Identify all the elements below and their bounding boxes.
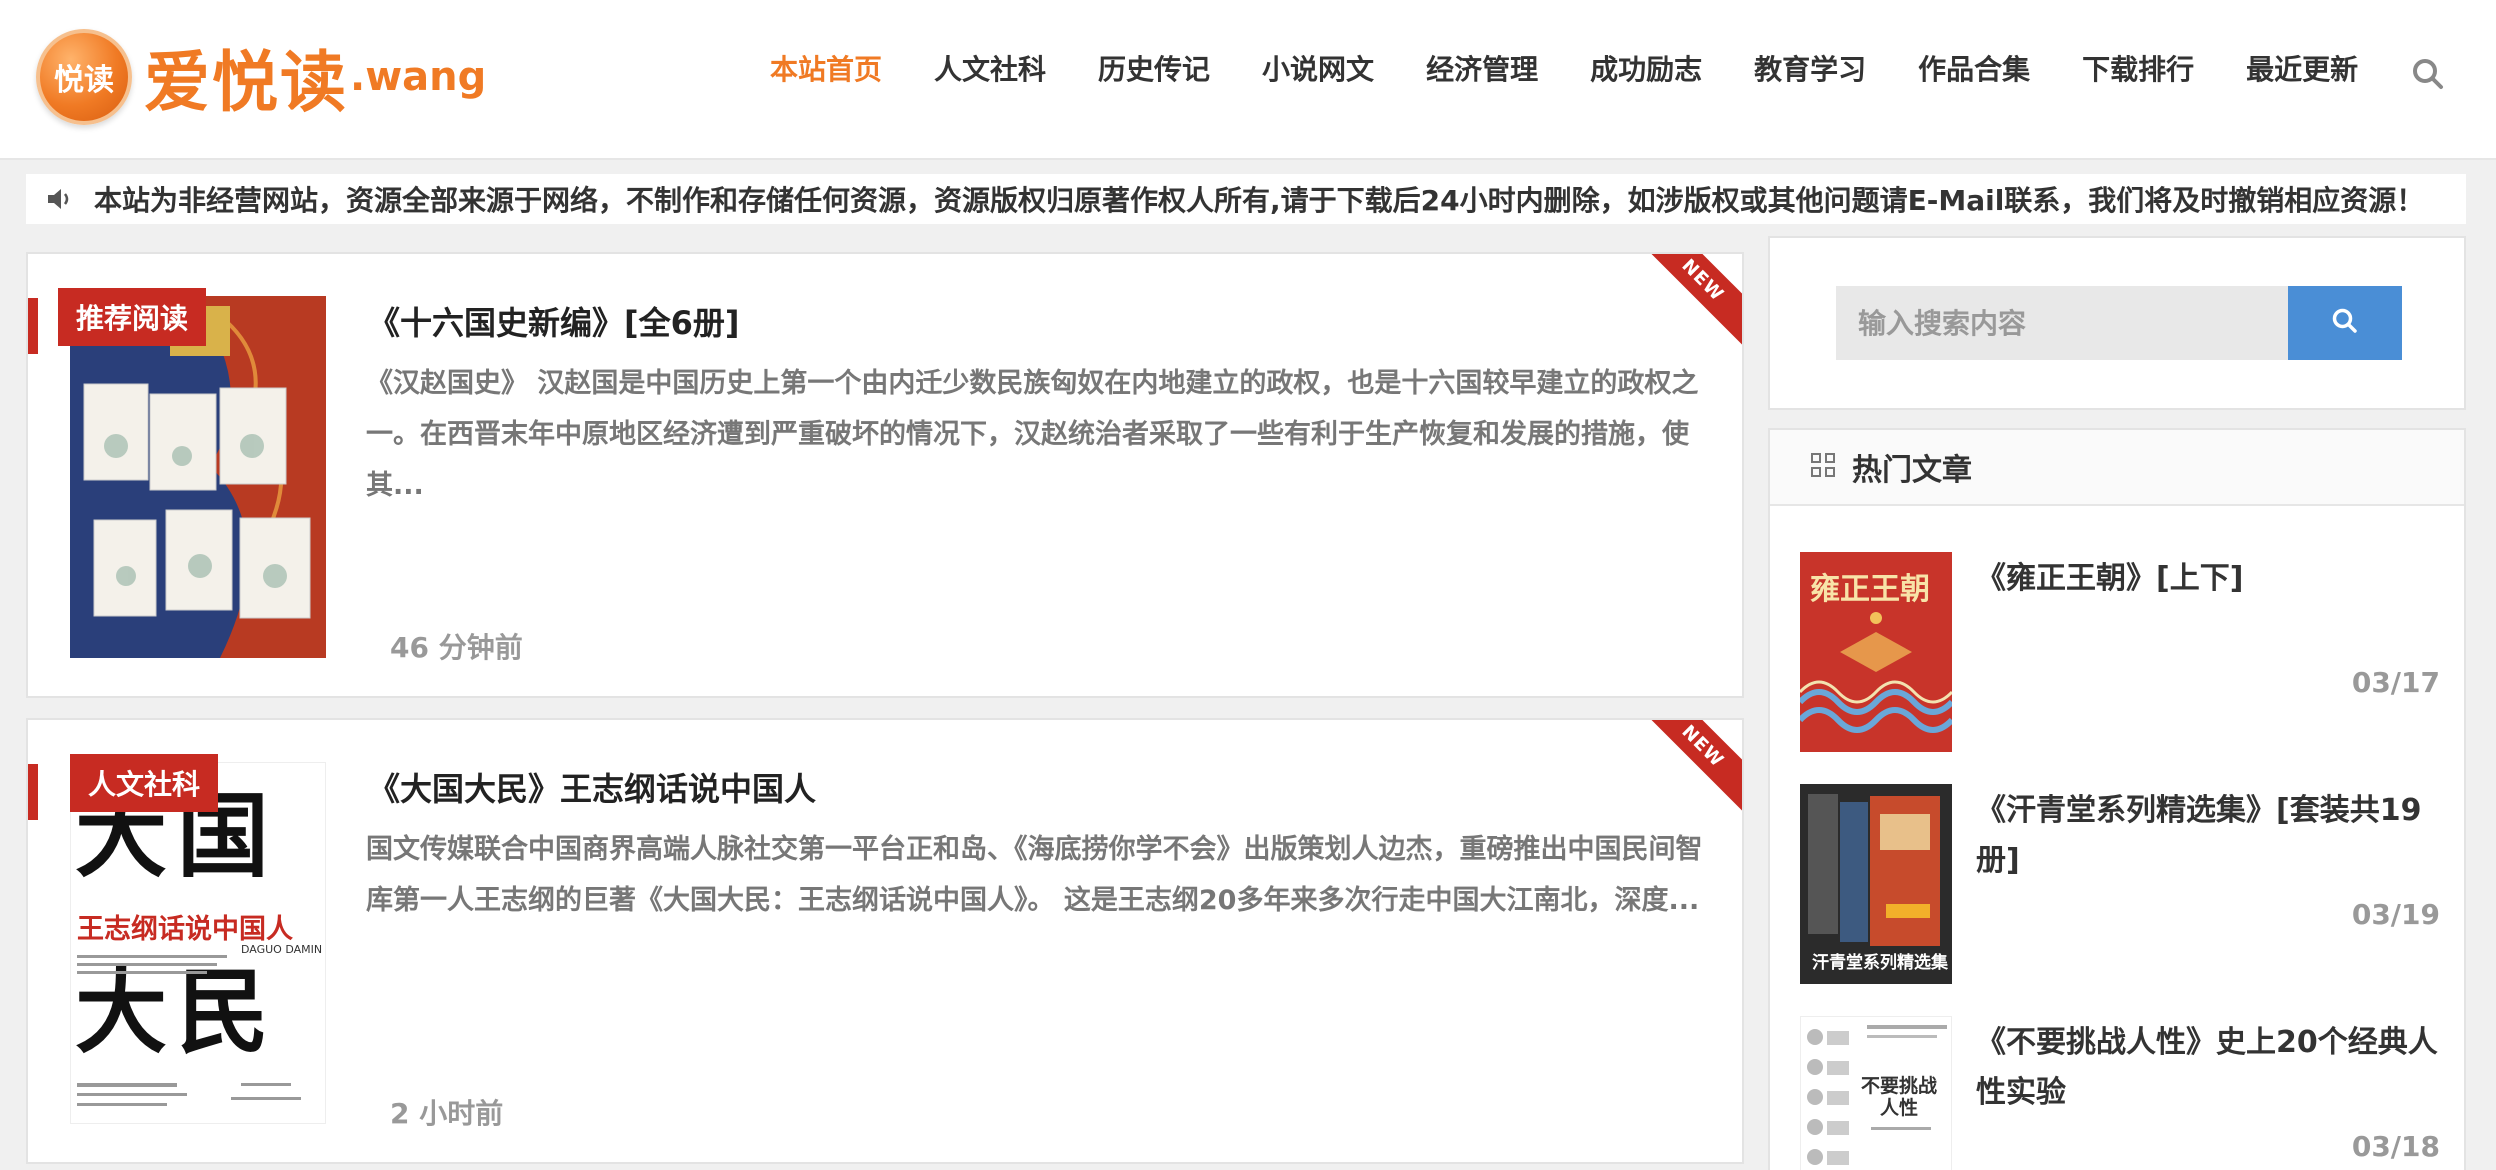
search-button[interactable] <box>2288 286 2402 360</box>
nav-item-collections[interactable]: 作品合集 <box>1918 48 2030 88</box>
hot-articles-header: 热门文章 <box>1770 430 2464 506</box>
logo-suffix: .wang <box>350 54 487 100</box>
nav-item-success[interactable]: 成功励志 <box>1590 48 1702 88</box>
category-accent-bar <box>28 298 38 354</box>
nav-item-economics[interactable]: 经济管理 <box>1426 48 1538 88</box>
article-excerpt: 国文传媒联合中国商界高端人脉社交第一平台正和岛、《海底捞你学不会》出版策划人边杰… <box>366 834 1703 916</box>
nav-item-recent[interactable]: 最近更新 <box>2246 48 2358 88</box>
hot-article-date: 03/18 <box>2351 1130 2440 1163</box>
hot-article-thumbnail[interactable]: 雍正王朝 <box>1800 552 1952 752</box>
article-timestamp: 46 分钟前 <box>390 631 523 664</box>
category-accent-bar <box>28 764 38 820</box>
nav-item-education[interactable]: 教育学习 <box>1754 48 1866 88</box>
search-icon <box>2330 306 2360 340</box>
nav-item-humanities[interactable]: 人文社科 <box>934 48 1046 88</box>
site-logo[interactable]: 悦读 爱悦读 .wang <box>36 22 486 132</box>
hot-article-thumbnail[interactable]: 不要挑战人性 <box>1800 1016 1952 1170</box>
notice-bar: 本站为非经营网站，资源全部来源于网络，不制作和存储任何资源，资源版权归原著作权人… <box>26 174 2466 224</box>
search-icon[interactable] <box>2410 56 2446 92</box>
hot-cover-title: 汗青堂系列精选集 <box>1812 953 1948 973</box>
article-title[interactable]: 《十六国史新编》[全6册] <box>368 298 740 344</box>
category-label[interactable]: 人文社科 <box>70 754 219 812</box>
hot-article-date: 03/17 <box>2351 666 2440 699</box>
main-nav: 本站首页 人文社科 历史传记 小说网文 经济管理 成功励志 教育学习 作品合集 … <box>770 48 2410 88</box>
article-title[interactable]: 《大国大民》王志纲话说中国人 <box>368 764 816 810</box>
nav-item-novels[interactable]: 小说网文 <box>1262 48 1374 88</box>
new-badge: NEW <box>1630 720 1742 819</box>
hot-article-title[interactable]: 《雍正王朝》[上下] <box>1976 554 2446 604</box>
notice-text: 本站为非经营网站，资源全部来源于网络，不制作和存储任何资源，资源版权归原著作权人… <box>94 184 2425 217</box>
article-excerpt: 《汉赵国史》 汉赵国是中国历史上第一个由内迁少数民族匈奴在内地建立的政权，也是十… <box>366 368 1699 501</box>
hot-article-item[interactable]: 雍正王朝 《雍正王朝》[上下] 03/17 <box>1800 552 2440 752</box>
hot-articles-title: 热门文章 <box>1852 453 1972 488</box>
logo-text: 爱悦读 <box>144 44 348 121</box>
nav-item-history[interactable]: 历史传记 <box>1098 48 1210 88</box>
hot-articles-widget: 热门文章 雍正王朝 《雍正王朝》[上下] 03/17 汗青堂系列精选集 《汗青堂… <box>1768 428 2466 1170</box>
hot-article-item[interactable]: 汗青堂系列精选集 《汗青堂系列精选集》[套装共19册] 03/19 <box>1800 784 2440 984</box>
search-input[interactable] <box>1836 286 2300 360</box>
grid-icon <box>1810 452 1836 482</box>
category-label[interactable]: 推荐阅读 <box>58 288 207 346</box>
article-timestamp: 2 小时前 <box>390 1097 504 1130</box>
hot-cover-title: 不要挑战人性 <box>1860 1075 1937 1119</box>
hot-article-thumbnail[interactable]: 汗青堂系列精选集 <box>1800 784 1952 984</box>
article-card: 推荐阅读 NEW 《十六国史新编》[全6册] 《汉赵国史》 汉赵国是中国历史上第… <box>26 252 1744 698</box>
nav-item-home[interactable]: 本站首页 <box>770 48 882 88</box>
hot-article-title[interactable]: 《汗青堂系列精选集》[套装共19册] <box>1976 786 2446 886</box>
site-header: 悦读 爱悦读 .wang 本站首页 人文社科 历史传记 小说网文 经济管理 成功… <box>0 0 2496 160</box>
nav-item-downloads[interactable]: 下载排行 <box>2082 48 2194 88</box>
article-card: 人文社科 大国 王志纲话说中国人 DAGUO DAMIN 大民 NEW 《大国大… <box>26 718 1744 1164</box>
hot-article-title[interactable]: 《不要挑战人性》史上20个经典人性实验 <box>1976 1018 2446 1118</box>
sidebar-search-widget <box>1768 236 2466 410</box>
speaker-icon <box>44 184 74 214</box>
hot-article-date: 03/19 <box>2351 898 2440 931</box>
article-thumbnail[interactable] <box>70 296 326 658</box>
logo-badge: 悦读 <box>36 29 132 125</box>
hot-article-item[interactable]: 不要挑战人性 《不要挑战人性》史上20个经典人性实验 03/18 <box>1800 1016 2440 1170</box>
article-thumbnail[interactable]: 大国 王志纲话说中国人 DAGUO DAMIN 大民 <box>70 762 326 1124</box>
new-badge: NEW <box>1630 254 1742 353</box>
